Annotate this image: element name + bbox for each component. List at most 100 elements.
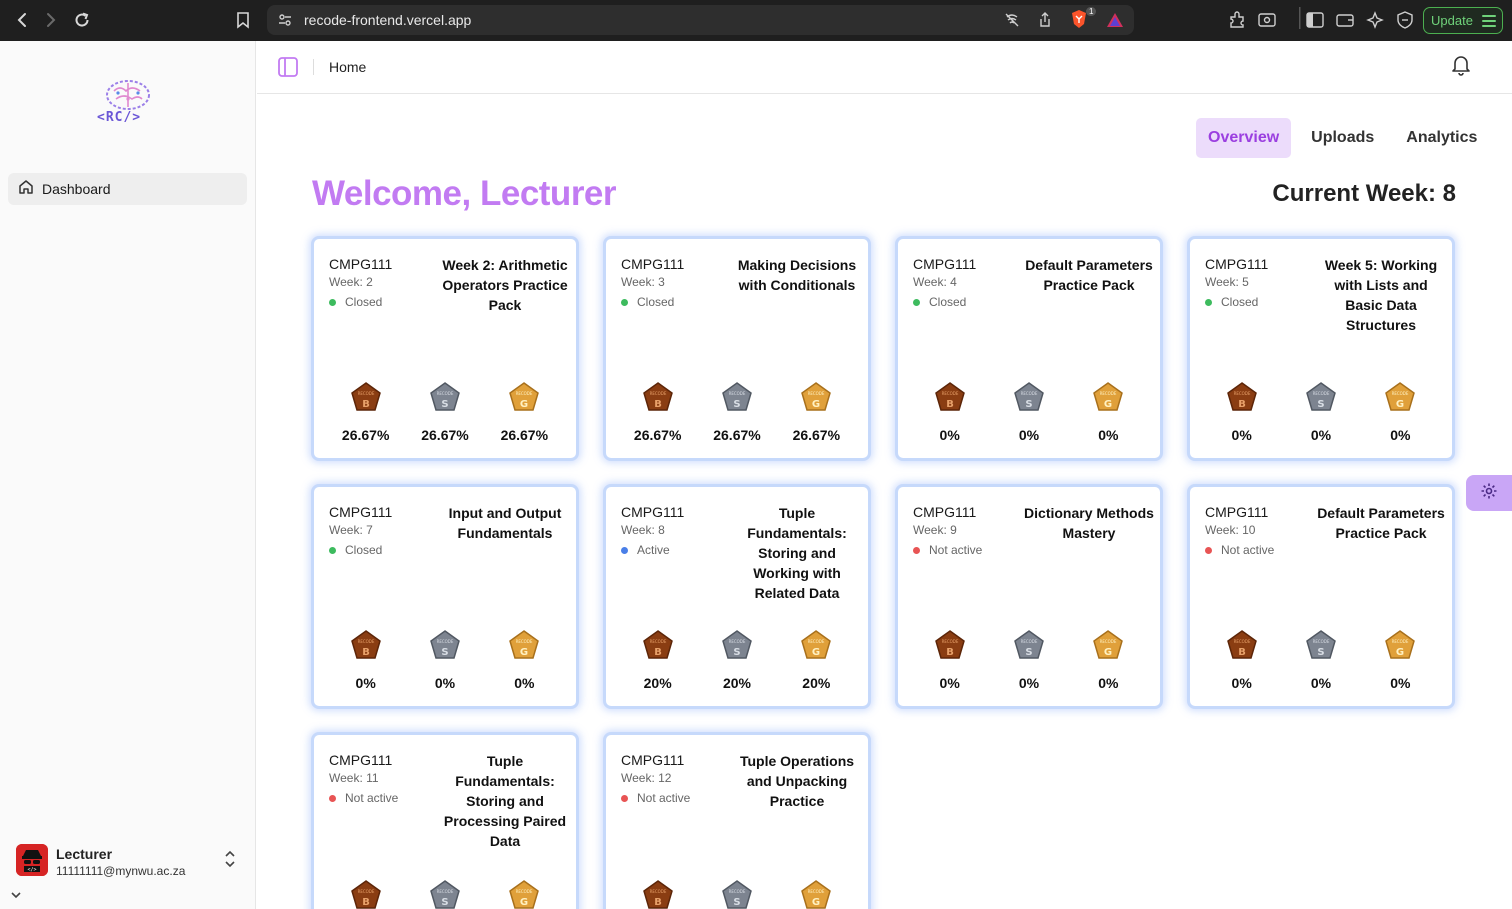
bronze-percentage: 26.67% [633,427,682,443]
update-button[interactable]: Update [1423,7,1503,34]
page-title: Welcome, Lecturer [312,174,617,213]
silver-badge-icon: RECODE S [430,382,460,411]
week-label: Week: 12 [621,771,672,785]
svg-text:RECODE: RECODE [808,391,825,396]
week-label: Week: 11 [329,771,379,785]
assignment-card[interactable]: CMPG111 Week: 10 Not active Default Para… [1187,484,1455,709]
svg-text:B: B [1238,647,1246,658]
svg-text:S: S [733,399,740,410]
svg-text:RECODE: RECODE [437,391,454,396]
reload-icon[interactable] [71,9,93,31]
status-badge: Closed [329,295,382,309]
svg-text:G: G [1396,399,1404,410]
vpn-shield-icon[interactable] [1395,10,1415,30]
assignment-card[interactable]: CMPG111 Week: 11 Not active Tuple Fundam… [311,732,579,909]
forward-icon[interactable] [40,9,62,31]
gold-badge-icon: RECODE G [509,382,540,411]
svg-text:S: S [441,399,448,410]
user-name: Lecturer [56,846,113,862]
svg-text:S: S [1317,647,1324,658]
gear-icon [1480,482,1498,505]
assignment-card[interactable]: CMPG111 Week: 12 Not active Tuple Operat… [603,732,871,909]
extensions-icon[interactable] [1227,10,1247,30]
card-title: Dictionary Methods Mastery [1024,505,1154,541]
badge-row: RECODE B 0% RECODE S 0% RECODE G 0% [314,629,576,691]
sidebar-item-label: Dashboard [42,181,111,197]
svg-text:G: G [520,647,528,658]
chevron-down-icon[interactable] [10,887,22,905]
tab-overview[interactable]: Overview [1196,118,1292,158]
breadcrumb[interactable]: Home [329,59,366,75]
card-title: Input and Output Fundamentals [448,505,562,541]
status-badge: Not active [621,791,690,805]
sidebar-toggle-icon[interactable] [1305,10,1325,30]
bronze-percentage: 0% [355,675,376,691]
sidebar-toggle-icon[interactable] [277,56,299,78]
course-code: CMPG111 [329,504,393,520]
svg-text:S: S [733,647,740,658]
course-code: CMPG111 [913,504,977,520]
svg-text:RECODE: RECODE [437,639,454,644]
gold-badge-icon: RECODE G [801,630,832,659]
settings-button[interactable] [1466,475,1512,511]
svg-text:G: G [1396,647,1404,658]
course-code: CMPG111 [621,504,685,520]
assignment-card[interactable]: CMPG111 Week: 9 Not active Dictionary Me… [895,484,1163,709]
status-badge: Active [621,543,670,557]
svg-text:RECODE: RECODE [1100,639,1117,644]
chevron-up-down-icon[interactable] [224,850,236,873]
back-icon[interactable] [11,9,33,31]
badge-row: RECODE B 0% RECODE S 0% RECODE G 0% [1190,629,1452,691]
svg-text:RECODE: RECODE [1392,391,1409,396]
gold-percentage: 20% [802,675,831,691]
tab-uploads[interactable]: Uploads [1299,118,1386,158]
reader-mode-icon[interactable] [1257,10,1277,30]
assignment-card[interactable]: CMPG111 Week: 3 Closed Making Decisions … [603,236,871,461]
svg-text:RECODE: RECODE [357,639,374,644]
status-badge: Closed [621,295,674,309]
svg-text:RECODE: RECODE [941,391,958,396]
assignment-card[interactable]: CMPG111 Week: 2 Closed Week 2: Arithmeti… [311,236,579,461]
user-menu[interactable]: </> Lecturer 11111111@mynwu.ac.za [16,844,246,884]
assignment-card[interactable]: CMPG111 Week: 7 Closed Input and Output … [311,484,579,709]
gold-badge-icon: RECODE G [1093,382,1124,411]
user-email: 11111111@mynwu.ac.za [56,864,186,878]
week-label: Week: 3 [621,275,665,289]
assignment-card[interactable]: CMPG111 Week: 5 Closed Week 5: Working w… [1187,236,1455,461]
sidebar-item-dashboard[interactable]: Dashboard [8,173,247,205]
svg-text:S: S [441,647,448,658]
week-label: Week: 9 [913,523,957,537]
url-text[interactable]: recode-frontend.vercel.app [304,12,471,28]
share-icon[interactable] [1035,10,1055,30]
bronze-badge-icon: RECODE B [350,382,381,411]
wallet-icon[interactable] [1335,10,1355,30]
week-label: Week: 8 [621,523,665,537]
assignment-card[interactable]: CMPG111 Week: 4 Closed Default Parameter… [895,236,1163,461]
svg-text:RECODE: RECODE [1233,391,1250,396]
address-bar[interactable]: recode-frontend.vercel.app [267,5,1134,35]
gold-percentage: 0% [1098,675,1119,691]
bookmark-icon[interactable] [232,9,254,31]
assignment-card[interactable]: CMPG111 Week: 8 Active Tuple Fundamental… [603,484,871,709]
tab-bar: Overview Uploads Analytics [1196,118,1497,158]
update-label: Update [1431,13,1473,28]
reader-off-icon[interactable] [1002,10,1022,30]
bronze-badge-icon: RECODE B [642,630,673,659]
svg-text:RECODE: RECODE [808,889,825,894]
svg-text:RECODE: RECODE [437,889,454,894]
leo-ai-icon[interactable] [1365,10,1385,30]
sidebar: <RC/> Dashboard </> Lecturer 11111111@my… [0,41,256,909]
card-title: Week 5: Working with Lists and Basic Dat… [1324,257,1438,333]
site-settings-icon[interactable] [275,10,295,30]
silver-percentage: 0% [1018,675,1040,691]
tab-analytics[interactable]: Analytics [1394,118,1489,158]
svg-text:G: G [1104,647,1112,658]
browser-toolbar: recode-frontend.vercel.app 1 Update [0,0,1512,41]
bronze-badge-icon: RECODE B [934,630,965,659]
brave-rewards-icon[interactable] [1105,10,1125,30]
bell-icon[interactable] [1451,54,1471,81]
silver-percentage: 26.67% [421,427,469,443]
course-code: CMPG111 [329,752,393,768]
gold-percentage: 0% [1390,675,1411,691]
svg-text:RECODE: RECODE [1233,639,1250,644]
